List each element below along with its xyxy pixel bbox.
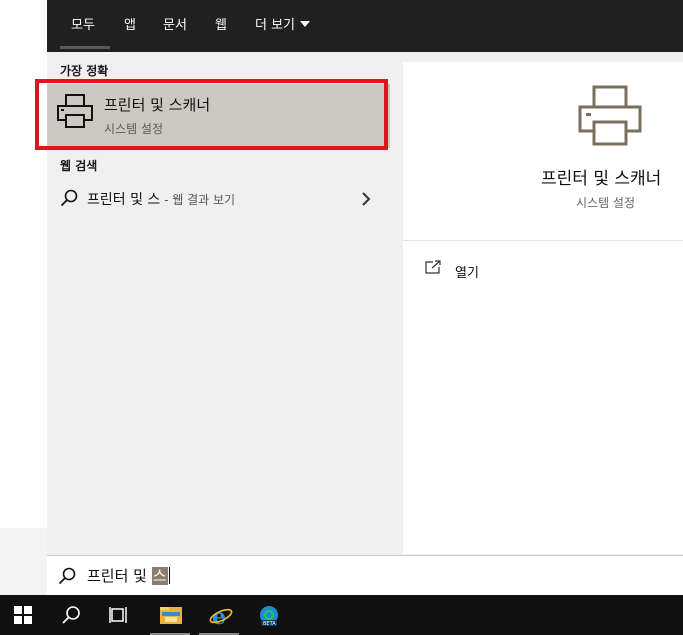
file-explorer-button[interactable] [147, 595, 193, 635]
start-search-panel: 모두 앱 문서 웹 더 보기 가장 정확 프린터 및 스캐너 시스템 설정 웹 … [35, 0, 683, 595]
active-tab-indicator [60, 46, 110, 49]
tab-apps[interactable]: 앱 [124, 16, 136, 36]
edge-beta-icon: BETA [260, 606, 278, 627]
web-search-suffix: - 웹 결과 보기 [160, 193, 236, 207]
printer-icon [57, 94, 93, 128]
printer-icon-large [578, 85, 642, 146]
best-match-result[interactable]: 프린터 및 스캐너 시스템 설정 [47, 84, 390, 148]
search-icon [62, 606, 80, 624]
svg-text:BETA: BETA [263, 621, 276, 627]
internet-explorer-button[interactable]: e [196, 595, 242, 635]
tab-web[interactable]: 웹 [215, 16, 227, 36]
edge-beta-button[interactable]: BETA [245, 595, 291, 635]
svg-text:e: e [212, 605, 226, 627]
windows-start-icon [14, 606, 32, 624]
search-icon [60, 189, 78, 207]
chevron-down-icon [300, 21, 311, 27]
best-match-subtitle: 시스템 설정 [104, 122, 164, 136]
task-view-icon [109, 607, 127, 623]
desktop-background [0, 0, 47, 595]
open-label: 열기 [455, 266, 479, 281]
search-tab-bar: 모두 앱 문서 웹 더 보기 [47, 0, 683, 52]
open-icon [425, 260, 441, 274]
web-search-heading: 웹 검색 [60, 159, 98, 173]
search-box[interactable]: 프린터 및 스 [47, 555, 683, 595]
web-search-text: 프린터 및 스 - 웹 결과 보기 [87, 189, 235, 209]
tab-more[interactable]: 더 보기 [255, 16, 311, 36]
preview-pane: 프린터 및 스캐너 시스템 설정 열기 [403, 62, 683, 554]
file-explorer-icon [160, 607, 182, 624]
divider [403, 240, 683, 241]
desktop-background-lower [0, 528, 47, 595]
taskbar: e BETA [0, 595, 683, 635]
tab-documents[interactable]: 문서 [163, 16, 187, 36]
taskbar-search-button[interactable] [48, 595, 94, 635]
best-match-heading: 가장 정확 [60, 64, 109, 78]
text-caret [168, 567, 170, 584]
start-button[interactable] [0, 595, 46, 635]
preview-title: 프린터 및 스캐너 [541, 169, 662, 189]
best-match-title: 프린터 및 스캐너 [104, 96, 211, 114]
search-input[interactable]: 프린터 및 스 [87, 565, 170, 586]
search-text-selection: 스 [151, 567, 168, 585]
preview-subtitle: 시스템 설정 [576, 196, 636, 210]
web-search-query: 프린터 및 스 [87, 192, 161, 208]
tab-more-label: 더 보기 [255, 18, 296, 33]
web-search-result[interactable]: 프린터 및 스 - 웹 결과 보기 [47, 184, 390, 214]
tab-all[interactable]: 모두 [71, 16, 95, 36]
search-icon [58, 567, 76, 585]
chevron-right-icon[interactable] [360, 191, 372, 207]
task-view-button[interactable] [96, 595, 142, 635]
search-text: 프린터 및 [87, 567, 152, 585]
internet-explorer-icon: e [209, 605, 233, 627]
